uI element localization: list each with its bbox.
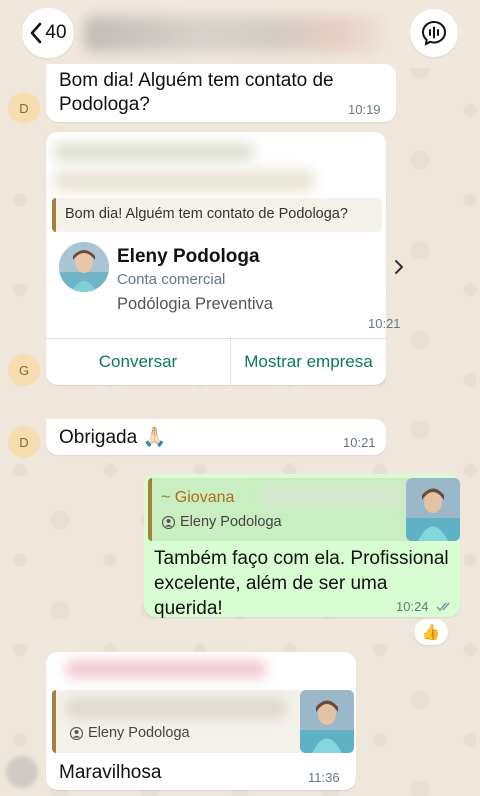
message-text-line1: Bom dia! Alguém tem contato de	[59, 70, 334, 91]
chevron-left-icon	[31, 22, 42, 44]
message-text-line2: Podologa?	[59, 94, 150, 115]
quoted-contact-name: Eleny Podologa	[88, 725, 190, 741]
message-time: 10:24	[396, 599, 429, 614]
chat-with-business-button[interactable]: Conversar	[46, 339, 230, 385]
message-time: 10:21	[343, 435, 376, 450]
message-time: 11:36	[308, 770, 340, 785]
sender-name-blurred	[54, 142, 254, 162]
sender-avatar[interactable]: D	[8, 426, 40, 458]
author-phone-blurred	[262, 486, 402, 508]
quoted-photo-thumbnail	[300, 690, 354, 753]
message-text: Maravilhosa	[59, 762, 162, 783]
show-business-button[interactable]: Mostrar empresa	[231, 339, 386, 385]
contact-icon	[70, 727, 83, 740]
quoted-message[interactable]: ~ Giovana Eleny Podologa	[148, 478, 460, 541]
incoming-message[interactable]: Eleny Podologa Maravilhosa 11:36	[46, 652, 356, 790]
incoming-message[interactable]: Obrigada 🙏🏻 10:21	[46, 419, 386, 455]
quoted-message[interactable]: Bom dia! Alguém tem contato de Podologa?	[52, 198, 382, 232]
message-time: 10:19	[348, 102, 381, 117]
quoted-photo-thumbnail	[406, 478, 460, 541]
waveform-chat-icon	[421, 20, 447, 46]
contact-card-message[interactable]: Bom dia! Alguém tem contato de Podologa?…	[46, 132, 403, 385]
business-name: Eleny Podologa	[117, 246, 260, 267]
sender-avatar[interactable]	[6, 756, 38, 788]
chevron-right-icon[interactable]	[394, 259, 404, 275]
sender-phone-blurred	[54, 170, 314, 192]
sender-avatar[interactable]: D	[8, 92, 40, 124]
quoted-author-blurred	[66, 698, 286, 718]
quoted-author: ~ Giovana	[161, 489, 235, 506]
message-time: 10:21	[368, 316, 401, 331]
chat-header: 40	[0, 0, 480, 68]
double-check-icon	[436, 602, 450, 612]
sender-name-blurred	[66, 660, 266, 678]
unread-count: 40	[45, 22, 67, 43]
quoted-message[interactable]: Eleny Podologa	[52, 690, 354, 753]
business-category: Podólogia Preventiva	[117, 295, 273, 313]
chat-title-blurred[interactable]	[84, 16, 384, 52]
contact-icon	[162, 516, 175, 529]
outgoing-message[interactable]: ~ Giovana Eleny Podologa Também faço com…	[144, 474, 460, 619]
business-account-type: Conta comercial	[117, 271, 226, 288]
incoming-message[interactable]: Bom dia! Alguém tem contato de Podologa?…	[46, 64, 396, 122]
message-reaction[interactable]: 👍	[414, 619, 448, 645]
quoted-contact-name: Eleny Podologa	[180, 514, 282, 530]
sender-avatar[interactable]: G	[8, 354, 40, 386]
message-text: Obrigada 🙏🏻	[59, 427, 167, 448]
back-button[interactable]: 40	[22, 8, 74, 58]
message-text-line1: Também faço com ela. Profissional	[154, 548, 449, 569]
quoted-text: Bom dia! Alguém tem contato de Podologa?	[65, 206, 348, 222]
business-profile-photo	[59, 242, 109, 292]
group-voice-chat-button[interactable]	[410, 9, 458, 57]
